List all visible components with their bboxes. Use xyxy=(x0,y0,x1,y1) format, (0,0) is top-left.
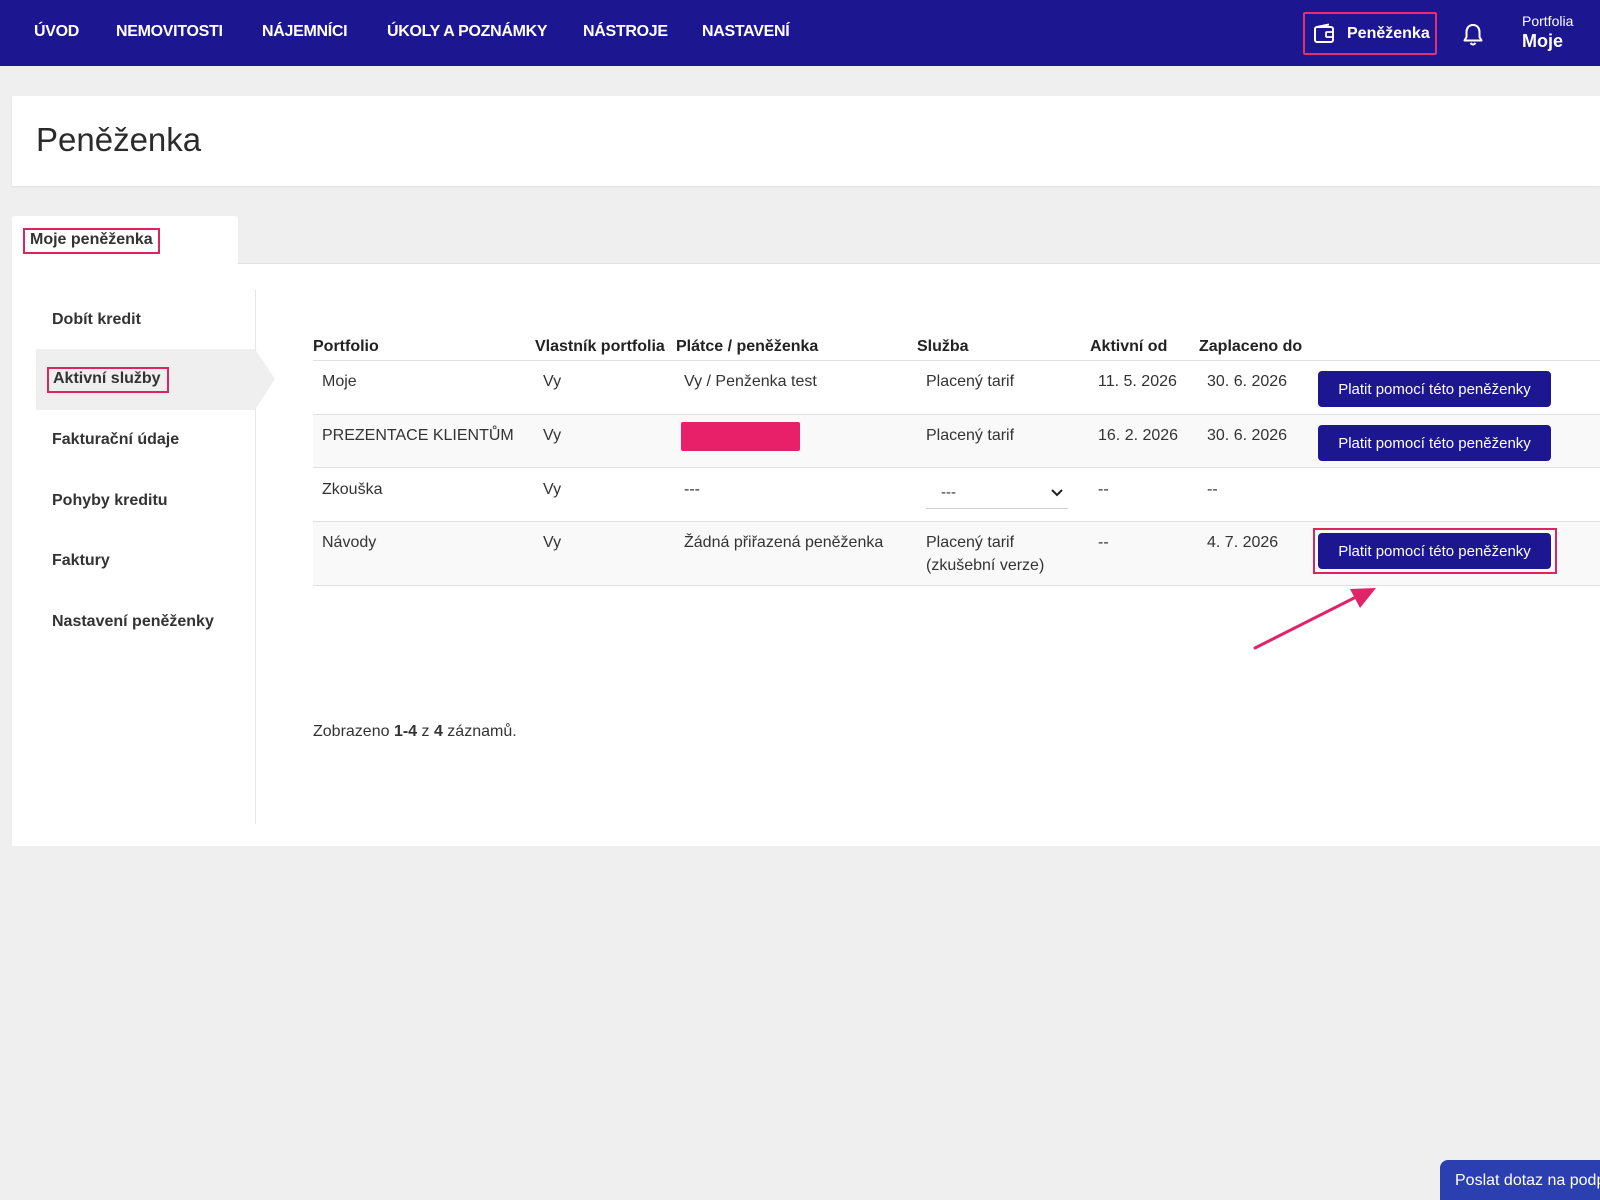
redacted-payer xyxy=(681,422,800,451)
sidebar-item-pohyby-kreditu[interactable]: Pohyby kreditu xyxy=(52,492,168,510)
column-header-active-from: Aktivní od xyxy=(1090,338,1168,355)
summary-total: 4 xyxy=(433,723,443,740)
cell-portfolio: PREZENTACE KLIENTŮM xyxy=(322,427,514,444)
nav-nastroje[interactable]: NÁSTROJE xyxy=(583,23,668,41)
nav-najemnici[interactable]: NÁJEMNÍCI xyxy=(262,23,348,41)
sidebar-item-label[interactable]: Aktivní služby xyxy=(47,367,169,393)
table-row-divider xyxy=(313,585,1600,586)
cell-payer: --- xyxy=(684,481,700,498)
column-header-portfolio: Portfolio xyxy=(313,338,379,355)
content-card: Dobít kredit Aktivní služby Fakturační ú… xyxy=(12,264,1600,846)
cell-active-from: 16. 2. 2026 xyxy=(1098,427,1179,444)
nav-nastaveni[interactable]: NASTAVENÍ xyxy=(702,23,790,41)
cell-paid-to: 4. 7. 2026 xyxy=(1207,534,1279,551)
nav-nemovitosti[interactable]: NEMOVITOSTI xyxy=(116,23,223,41)
nav-uvod[interactable]: ÚVOD xyxy=(34,23,79,41)
cell-portfolio: Zkouška xyxy=(322,481,383,498)
cell-active-from: -- xyxy=(1098,481,1109,498)
cell-paid-to: -- xyxy=(1207,481,1218,498)
tab-moje-penezenka[interactable]: Moje peněženka xyxy=(12,216,238,265)
pay-with-wallet-button[interactable]: Platit pomocí této peněženky xyxy=(1318,533,1551,569)
chevron-down-icon xyxy=(1051,489,1063,497)
summary-range: 1-4 xyxy=(393,723,418,740)
cell-owner: Vy xyxy=(543,534,562,551)
cell-service: Placený tarif xyxy=(926,373,1015,390)
tab-label: Moje peněženka xyxy=(23,228,160,254)
cell-service: Placený tarif xyxy=(926,534,1015,551)
sidebar-item-nastaveni-penezenky[interactable]: Nastavení peněženky xyxy=(52,613,214,631)
bell-icon[interactable] xyxy=(1462,23,1484,47)
records-summary: Zobrazeno 1-4 z 4 záznamů. xyxy=(313,723,517,741)
wallet-icon xyxy=(1314,23,1334,43)
cell-portfolio: Návody xyxy=(322,534,377,551)
portfolio-switcher[interactable]: Portfolia Moje xyxy=(1522,13,1573,52)
wallet-button-label: Peněženka xyxy=(1347,24,1430,42)
pay-with-wallet-button[interactable]: Platit pomocí této peněženky xyxy=(1318,425,1551,461)
tab-strip: Moje peněženka xyxy=(12,216,1600,265)
cell-service: Placený tarif xyxy=(926,427,1015,444)
column-header-service: Služba xyxy=(917,338,969,355)
wallet-button[interactable]: Peněženka xyxy=(1303,12,1437,55)
sidebar-item-dobit-kredit[interactable]: Dobít kredit xyxy=(52,311,141,329)
portfolio-name: Moje xyxy=(1522,31,1564,51)
sidebar-item-fakturacni-udaje[interactable]: Fakturační údaje xyxy=(52,431,179,449)
sidebar-active-pointer xyxy=(255,349,275,410)
nav-ukoly-a-poznamky[interactable]: ÚKOLY A POZNÁMKY xyxy=(387,23,548,41)
table-row-divider xyxy=(313,521,1600,522)
summary-prefix: Zobrazeno xyxy=(313,723,394,740)
cell-payer: Vy / Penženka test xyxy=(684,373,817,390)
column-header-payer: Plátce / peněženka xyxy=(676,338,819,355)
cell-paid-to: 30. 6. 2026 xyxy=(1207,373,1288,390)
service-select-value: --- xyxy=(941,484,956,501)
cell-portfolio: Moje xyxy=(322,373,357,390)
column-header-paid-to: Zaplaceno do xyxy=(1199,338,1303,355)
table-row-divider xyxy=(313,360,1600,361)
cell-owner: Vy xyxy=(543,373,562,390)
portfolio-caption: Portfolia xyxy=(1522,13,1574,29)
page-title: Peněženka xyxy=(36,121,202,158)
column-header-owner: Vlastník portfolia xyxy=(535,338,665,355)
cell-service-note: (zkušební verze) xyxy=(926,557,1045,574)
table-row-divider xyxy=(313,414,1600,415)
send-support-query-button[interactable]: Poslat dotaz na podporu xyxy=(1440,1160,1600,1200)
cell-owner: Vy xyxy=(543,481,562,498)
top-navbar: ÚVOD NEMOVITOSTI NÁJEMNÍCI ÚKOLY A POZNÁ… xyxy=(0,0,1600,66)
cell-paid-to: 30. 6. 2026 xyxy=(1207,427,1288,444)
service-select[interactable]: --- xyxy=(926,478,1068,509)
cell-payer: Žádná přiřazená peněženka xyxy=(684,534,884,551)
summary-suffix: záznamů. xyxy=(442,723,517,740)
cell-active-from: 11. 5. 2026 xyxy=(1098,373,1177,390)
cell-active-from: -- xyxy=(1098,534,1109,551)
cell-owner: Vy xyxy=(543,427,562,444)
summary-middle: z xyxy=(417,723,434,740)
page-header: Peněženka xyxy=(12,96,1600,186)
sidebar-item-faktury[interactable]: Faktury xyxy=(52,552,110,570)
table-row-divider xyxy=(313,467,1600,468)
pay-with-wallet-button[interactable]: Platit pomocí této peněženky xyxy=(1318,371,1551,407)
